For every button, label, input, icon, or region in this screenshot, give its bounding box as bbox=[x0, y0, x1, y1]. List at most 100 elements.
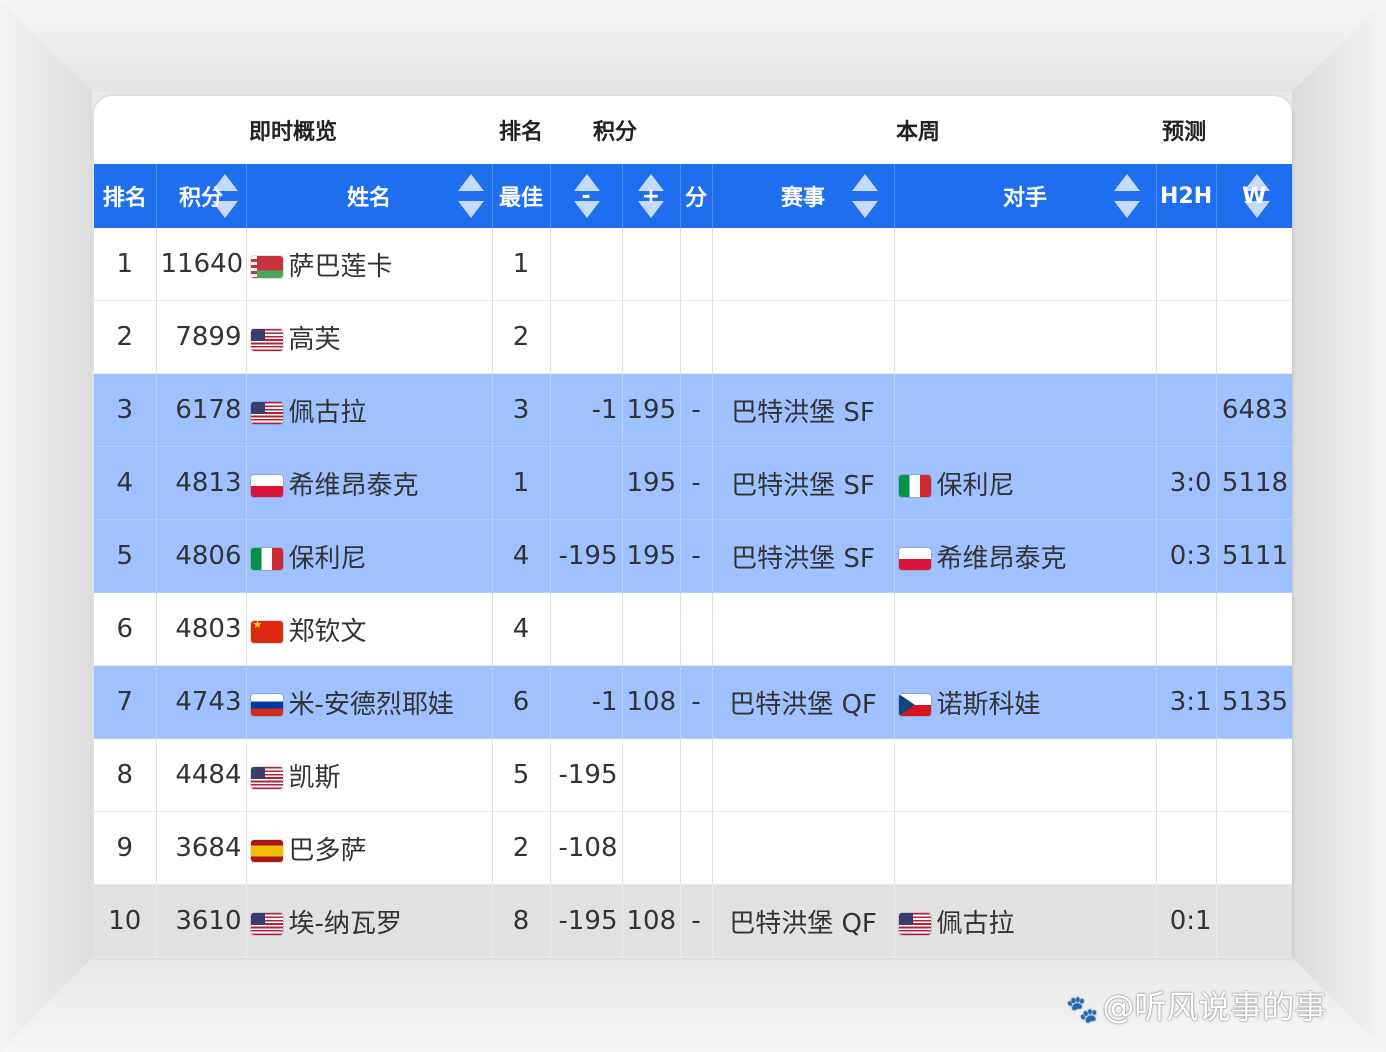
h2h-cell: 0:3 bbox=[1156, 519, 1217, 593]
col-w-header[interactable]: W bbox=[1216, 164, 1292, 228]
pts-cell bbox=[680, 738, 713, 812]
rank-cell: 2 bbox=[94, 300, 157, 374]
sort-arrows-icon[interactable] bbox=[1113, 174, 1140, 218]
rank-cell: 6 bbox=[94, 592, 157, 666]
points-drop-cell: -195 bbox=[550, 738, 623, 812]
player-name[interactable]: 萨巴莲卡 bbox=[289, 252, 393, 282]
opponent-cell bbox=[894, 592, 1157, 666]
col-name-header[interactable]: 姓名 bbox=[246, 164, 493, 228]
best-rank-cell: 6 bbox=[492, 665, 551, 739]
h2h-cell: 0:1 bbox=[1156, 884, 1217, 958]
sort-arrows-icon[interactable] bbox=[211, 174, 238, 218]
opponent-name: 佩古拉 bbox=[936, 908, 1015, 939]
group-forecast: 预测 bbox=[1162, 120, 1207, 145]
event-cell: 巴特洪堡 QF bbox=[712, 665, 895, 739]
player-name[interactable]: 保利尼 bbox=[289, 544, 367, 574]
points-drop-cell: -195 bbox=[550, 884, 623, 958]
event-cell: 巴特洪堡 QF bbox=[712, 884, 895, 958]
sort-arrows-icon[interactable] bbox=[457, 174, 484, 218]
table-row[interactable]: 9 3684 巴多萨 2 -108 bbox=[94, 811, 1292, 885]
best-rank-cell: 4 bbox=[492, 519, 551, 593]
points-cell: 4806 bbox=[156, 519, 247, 593]
points-cell: 4484 bbox=[156, 738, 247, 812]
frame-bevel-top bbox=[0, 0, 1386, 92]
best-rank-cell: 4 bbox=[492, 592, 551, 666]
h2h-cell bbox=[1156, 228, 1217, 301]
win-forecast-cell bbox=[1216, 738, 1292, 812]
table-row[interactable]: 64803 郑钦文 4 bbox=[94, 592, 1292, 666]
pts-cell bbox=[680, 592, 713, 666]
player-cell: 米-安德烈耶娃 bbox=[246, 665, 493, 739]
event-cell: 巴特洪堡 SF bbox=[712, 446, 895, 520]
event-cell bbox=[712, 300, 895, 374]
table-row[interactable]: 7 4743 米-安德烈耶娃 6 -1 108- 巴特洪堡 QF 诺斯科娃 3:1 5135 bbox=[94, 665, 1292, 739]
table-row[interactable]: 2 7899 高芙 2 bbox=[94, 300, 1292, 374]
group-overview: 即时概览 bbox=[249, 120, 338, 145]
col-pts-header[interactable]: 分 bbox=[680, 164, 713, 228]
player-cell: 保利尼 bbox=[246, 519, 493, 593]
pts-cell: - bbox=[680, 373, 713, 447]
player-cell: 凯斯 bbox=[246, 738, 493, 812]
watermark: 🐾 @听风说事的事 bbox=[1066, 982, 1326, 1028]
col-minus-header[interactable]: - bbox=[550, 164, 623, 228]
best-rank-cell: 8 bbox=[492, 884, 551, 958]
opponent-cell bbox=[894, 373, 1157, 447]
player-name[interactable]: 希维昂泰克 bbox=[289, 471, 419, 501]
rank-cell: 5 bbox=[94, 519, 157, 593]
rank-cell: 8 bbox=[94, 738, 157, 812]
col-best-label: 最佳 bbox=[499, 186, 544, 211]
opponent-cell: 佩古拉 bbox=[894, 884, 1157, 958]
opponent-cell: 保利尼 bbox=[894, 446, 1157, 520]
sort-arrows-icon[interactable] bbox=[637, 174, 664, 218]
table-row[interactable]: 5 4806 保利尼 4 -195 195- 巴特洪堡 SF 希维昂泰克 0:3 5111 bbox=[94, 519, 1292, 593]
col-event-header[interactable]: 赛事 bbox=[712, 164, 895, 228]
h2h-cell bbox=[1156, 373, 1217, 447]
table-row[interactable]: 8 4484 凯斯 5 -195 bbox=[94, 738, 1292, 812]
player-name[interactable]: 埃-纳瓦罗 bbox=[289, 909, 402, 939]
pts-cell: - bbox=[680, 519, 713, 593]
pts-cell: - bbox=[680, 665, 713, 739]
win-forecast-cell: 5111 bbox=[1216, 519, 1292, 593]
win-forecast-cell bbox=[1216, 811, 1292, 885]
sort-arrows-icon[interactable] bbox=[851, 174, 878, 218]
col-plus-header[interactable]: + bbox=[622, 164, 681, 228]
col-points-header[interactable]: 积分 bbox=[156, 164, 247, 228]
points-drop-cell bbox=[550, 300, 623, 374]
points-cell: 4743 bbox=[156, 665, 247, 739]
pts-cell bbox=[680, 811, 713, 885]
pts-cell: - bbox=[680, 884, 713, 958]
col-rank-header[interactable]: 排名 bbox=[94, 164, 157, 228]
player-name[interactable]: 郑钦文 bbox=[289, 617, 367, 647]
col-h2h-header[interactable]: H2H bbox=[1156, 164, 1217, 228]
rank-cell: 1 bbox=[94, 228, 157, 301]
player-name[interactable]: 凯斯 bbox=[289, 763, 341, 793]
opponent-cell bbox=[894, 811, 1157, 885]
player-name[interactable]: 巴多萨 bbox=[289, 836, 367, 866]
points-gain-cell bbox=[622, 228, 681, 301]
h2h-cell bbox=[1156, 592, 1217, 666]
table-row[interactable]: 3 6178 佩古拉 3 -1 195- 巴特洪堡 SF 6483 bbox=[94, 373, 1292, 447]
sort-arrows-icon[interactable] bbox=[573, 174, 600, 218]
win-forecast-cell bbox=[1216, 228, 1292, 301]
player-cell: 巴多萨 bbox=[246, 811, 493, 885]
sort-arrows-icon[interactable] bbox=[1244, 174, 1271, 218]
col-best-header[interactable]: 最佳 bbox=[492, 164, 551, 228]
best-rank-cell: 5 bbox=[492, 738, 551, 812]
opponent-cell: 希维昂泰克 bbox=[894, 519, 1157, 593]
col-opponent-header[interactable]: 对手 bbox=[894, 164, 1157, 228]
opponent-cell bbox=[894, 738, 1157, 812]
player-name[interactable]: 佩古拉 bbox=[289, 398, 367, 428]
opponent-name: 诺斯科娃 bbox=[936, 689, 1041, 720]
col-opponent-label: 对手 bbox=[1003, 186, 1048, 211]
opponent-cell bbox=[894, 300, 1157, 374]
table-row[interactable]: 10 3610 埃-纳瓦罗 8 -195 108- 巴特洪堡 QF 佩古拉 0:1 bbox=[94, 884, 1292, 958]
table-row[interactable]: 1 11640 萨巴莲卡 1 bbox=[94, 228, 1292, 301]
points-drop-cell bbox=[550, 228, 623, 301]
opponent-cell bbox=[894, 228, 1157, 301]
player-name[interactable]: 高芙 bbox=[289, 325, 341, 355]
italy-flag-icon bbox=[250, 547, 283, 570]
player-name[interactable]: 米-安德烈耶娃 bbox=[289, 690, 454, 720]
win-forecast-cell bbox=[1216, 592, 1292, 666]
table-row[interactable]: 4 4813 希维昂泰克 1 195- 巴特洪堡 SF 保利尼 3:0 5118 bbox=[94, 446, 1292, 520]
best-rank-cell: 2 bbox=[492, 811, 551, 885]
